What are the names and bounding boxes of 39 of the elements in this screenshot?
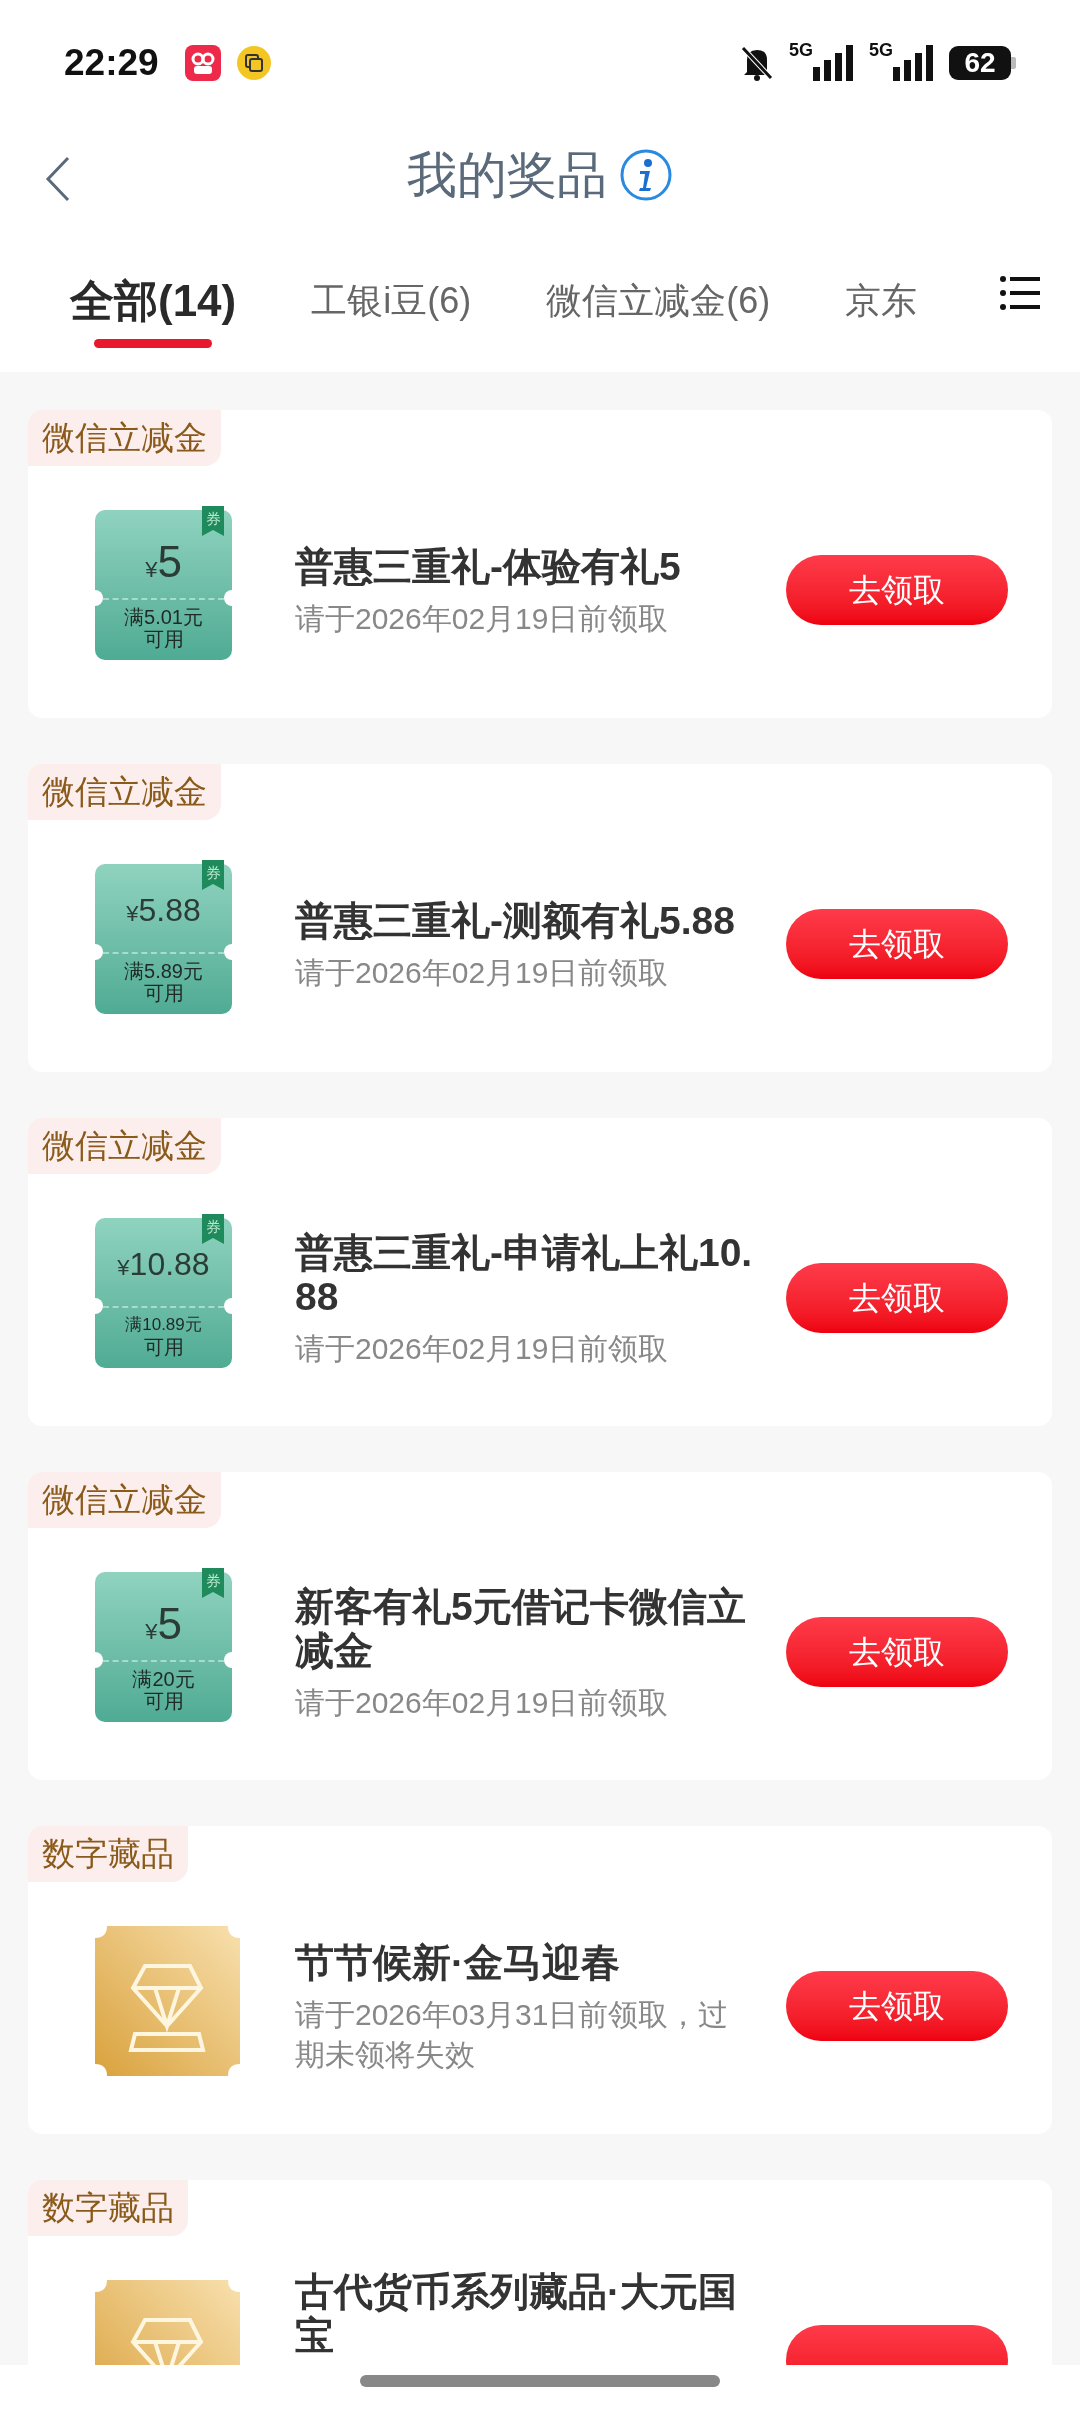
claim-button[interactable]: 去领取 <box>786 1617 1008 1687</box>
category-tab[interactable]: 全部(14) <box>70 275 237 327</box>
battery-indicator: 62 <box>949 45 1016 80</box>
prize-title: 节节候新·金马迎春 <box>295 1941 621 1985</box>
claim-button[interactable]: 去领取 <box>786 1971 1008 2041</box>
signal-icon <box>813 44 855 81</box>
info-icon[interactable] <box>619 148 673 202</box>
category-tag: 微信立减金 <box>28 410 221 466</box>
page-title: 我的奖品 <box>407 145 607 205</box>
category-tab[interactable]: 京东 <box>845 275 918 327</box>
diamond-badge-icon <box>95 1926 240 2076</box>
deadline-text: 请于2026年02月19日前领取 <box>295 1331 670 1367</box>
deadline-text: 请于2026年02月19日前领取 <box>295 601 670 637</box>
category-tag: 微信立减金 <box>28 1118 221 1174</box>
back-icon[interactable] <box>44 155 72 203</box>
prize-title: 普惠三重礼-测额有礼5.88 <box>295 899 736 943</box>
deadline-text: 请于2026年03月31日前领取，过期未领将失效 <box>295 1997 730 2073</box>
deadline-text: 请于2026年02月19日前领取 <box>295 1685 670 1721</box>
status-time: 22:29 <box>64 40 159 85</box>
category-tag: 微信立减金 <box>28 764 221 820</box>
prize-title: 普惠三重礼-申请礼上礼10.88 <box>295 1231 754 1319</box>
category-tab[interactable]: 工银i豆(6) <box>311 275 472 327</box>
app-notification-icon <box>184 44 221 81</box>
copy-notification-icon <box>236 45 271 80</box>
prize-title: 新客有礼5元借记卡微信立减金 <box>295 1585 747 1673</box>
claim-button[interactable]: 去领取 <box>786 1263 1008 1333</box>
prize-title: 古代货币系列藏品·大元国宝 <box>295 2270 738 2358</box>
category-tag: 数字藏品 <box>28 1826 188 1882</box>
category-tag: 数字藏品 <box>28 2180 188 2236</box>
signal-icon <box>893 44 935 81</box>
menu-icon[interactable] <box>1000 275 1040 311</box>
claim-button[interactable]: 去领取 <box>786 909 1008 979</box>
category-tab[interactable]: 微信立减金(6) <box>546 275 771 327</box>
network-type-label: 5G <box>869 40 893 59</box>
deadline-text: 请于2026年02月19日前领取 <box>295 955 670 991</box>
prize-title: 普惠三重礼-体验有礼5 <box>295 545 682 589</box>
category-tag: 微信立减金 <box>28 1472 221 1528</box>
network-type-label: 5G <box>788 40 813 59</box>
claim-button[interactable]: 去领取 <box>786 555 1008 625</box>
